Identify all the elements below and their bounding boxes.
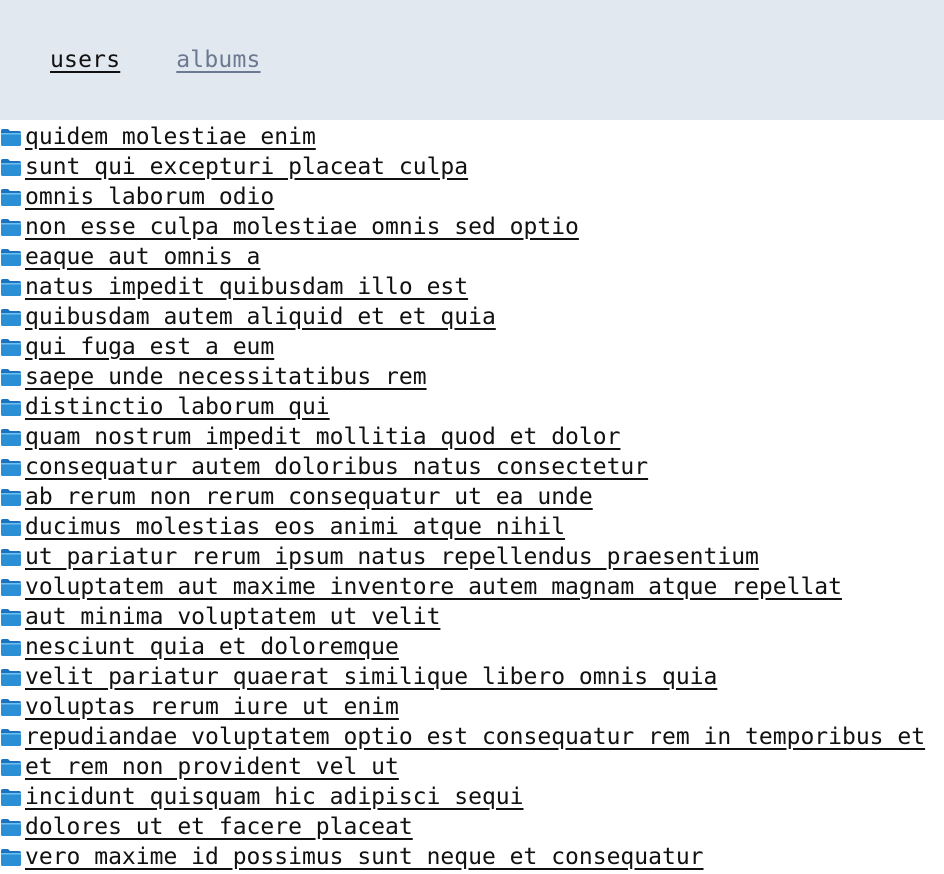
folder-icon (0, 787, 22, 807)
album-list-item: distinctio laborum qui (0, 392, 944, 422)
folder-icon (0, 367, 22, 387)
album-link[interactable]: consequatur autem doloribus natus consec… (25, 452, 648, 482)
album-list-item: incidunt quisquam hic adipisci sequi (0, 782, 944, 812)
album-list-item: omnis laborum odio (0, 182, 944, 212)
album-list-item: quibusdam autem aliquid et et quia (0, 302, 944, 332)
folder-icon (0, 277, 22, 297)
folder-icon (0, 427, 22, 447)
album-link[interactable]: distinctio laborum qui (25, 392, 330, 422)
album-list-item: quidem molestiae enim (0, 122, 944, 152)
folder-icon (0, 577, 22, 597)
folder-icon (0, 217, 22, 237)
album-list-item: aut minima voluptatem ut velit (0, 602, 944, 632)
album-link[interactable]: quibusdam autem aliquid et et quia (25, 302, 496, 332)
top-nav-bar: users albums (0, 0, 944, 120)
album-link[interactable]: natus impedit quibusdam illo est (25, 272, 468, 302)
album-list-item: non esse culpa molestiae omnis sed optio (0, 212, 944, 242)
nav-users-link[interactable]: users (50, 47, 120, 73)
album-link[interactable]: vero maxime id possimus sunt neque et co… (25, 842, 704, 872)
folder-icon (0, 697, 22, 717)
album-link[interactable]: repudiandae voluptatem optio est consequ… (25, 722, 925, 752)
folder-icon (0, 607, 22, 627)
album-list-item: saepe unde necessitatibus rem (0, 362, 944, 392)
album-list-item: voluptas rerum iure ut enim (0, 692, 944, 722)
nav-albums-link[interactable]: albums (176, 47, 260, 73)
album-link[interactable]: et rem non provident vel ut (25, 752, 399, 782)
folder-icon (0, 187, 22, 207)
folder-icon (0, 487, 22, 507)
album-link[interactable]: qui fuga est a eum (25, 332, 274, 362)
album-link[interactable]: sunt qui excepturi placeat culpa (25, 152, 468, 182)
album-list-item: qui fuga est a eum (0, 332, 944, 362)
album-list-item: quam nostrum impedit mollitia quod et do… (0, 422, 944, 452)
album-list-item: consequatur autem doloribus natus consec… (0, 452, 944, 482)
album-list-item: ab rerum non rerum consequatur ut ea und… (0, 482, 944, 512)
album-list-item: et rem non provident vel ut (0, 752, 944, 782)
folder-icon (0, 127, 22, 147)
album-link[interactable]: aut minima voluptatem ut velit (25, 602, 440, 632)
album-list-item: voluptatem aut maxime inventore autem ma… (0, 572, 944, 602)
album-link[interactable]: eaque aut omnis a (25, 242, 260, 272)
folder-icon (0, 457, 22, 477)
folder-icon (0, 247, 22, 267)
album-link[interactable]: nesciunt quia et doloremque (25, 632, 399, 662)
album-link[interactable]: quam nostrum impedit mollitia quod et do… (25, 422, 620, 452)
album-list-item: nesciunt quia et doloremque (0, 632, 944, 662)
album-link[interactable]: ab rerum non rerum consequatur ut ea und… (25, 482, 593, 512)
album-link[interactable]: omnis laborum odio (25, 182, 274, 212)
folder-icon (0, 157, 22, 177)
folder-icon (0, 757, 22, 777)
album-link[interactable]: incidunt quisquam hic adipisci sequi (25, 782, 524, 812)
folder-icon (0, 337, 22, 357)
folder-icon (0, 847, 22, 867)
folder-icon (0, 547, 22, 567)
folder-icon (0, 517, 22, 537)
album-link[interactable]: ducimus molestias eos animi atque nihil (25, 512, 565, 542)
folder-icon (0, 307, 22, 327)
album-list-item: eaque aut omnis a (0, 242, 944, 272)
album-list-item: dolores ut et facere placeat (0, 812, 944, 842)
album-list-item: ut pariatur rerum ipsum natus repellendu… (0, 542, 944, 572)
album-list: quidem molestiae enim sunt qui excepturi … (0, 120, 944, 872)
album-list-item: natus impedit quibusdam illo est (0, 272, 944, 302)
album-list-item: ducimus molestias eos animi atque nihil (0, 512, 944, 542)
album-link[interactable]: quidem molestiae enim (25, 122, 316, 152)
album-link[interactable]: dolores ut et facere placeat (25, 812, 413, 842)
folder-icon (0, 817, 22, 837)
album-link[interactable]: velit pariatur quaerat similique libero … (25, 662, 717, 692)
album-link[interactable]: saepe unde necessitatibus rem (25, 362, 427, 392)
album-link[interactable]: ut pariatur rerum ipsum natus repellendu… (25, 542, 759, 572)
folder-icon (0, 667, 22, 687)
folder-icon (0, 397, 22, 417)
folder-icon (0, 637, 22, 657)
album-list-item: velit pariatur quaerat similique libero … (0, 662, 944, 692)
album-link[interactable]: voluptatem aut maxime inventore autem ma… (25, 572, 842, 602)
album-list-item: vero maxime id possimus sunt neque et co… (0, 842, 944, 872)
album-link[interactable]: non esse culpa molestiae omnis sed optio (25, 212, 579, 242)
album-link[interactable]: voluptas rerum iure ut enim (25, 692, 399, 722)
album-list-item: sunt qui excepturi placeat culpa (0, 152, 944, 182)
folder-icon (0, 727, 22, 747)
album-list-item: repudiandae voluptatem optio est consequ… (0, 722, 944, 752)
